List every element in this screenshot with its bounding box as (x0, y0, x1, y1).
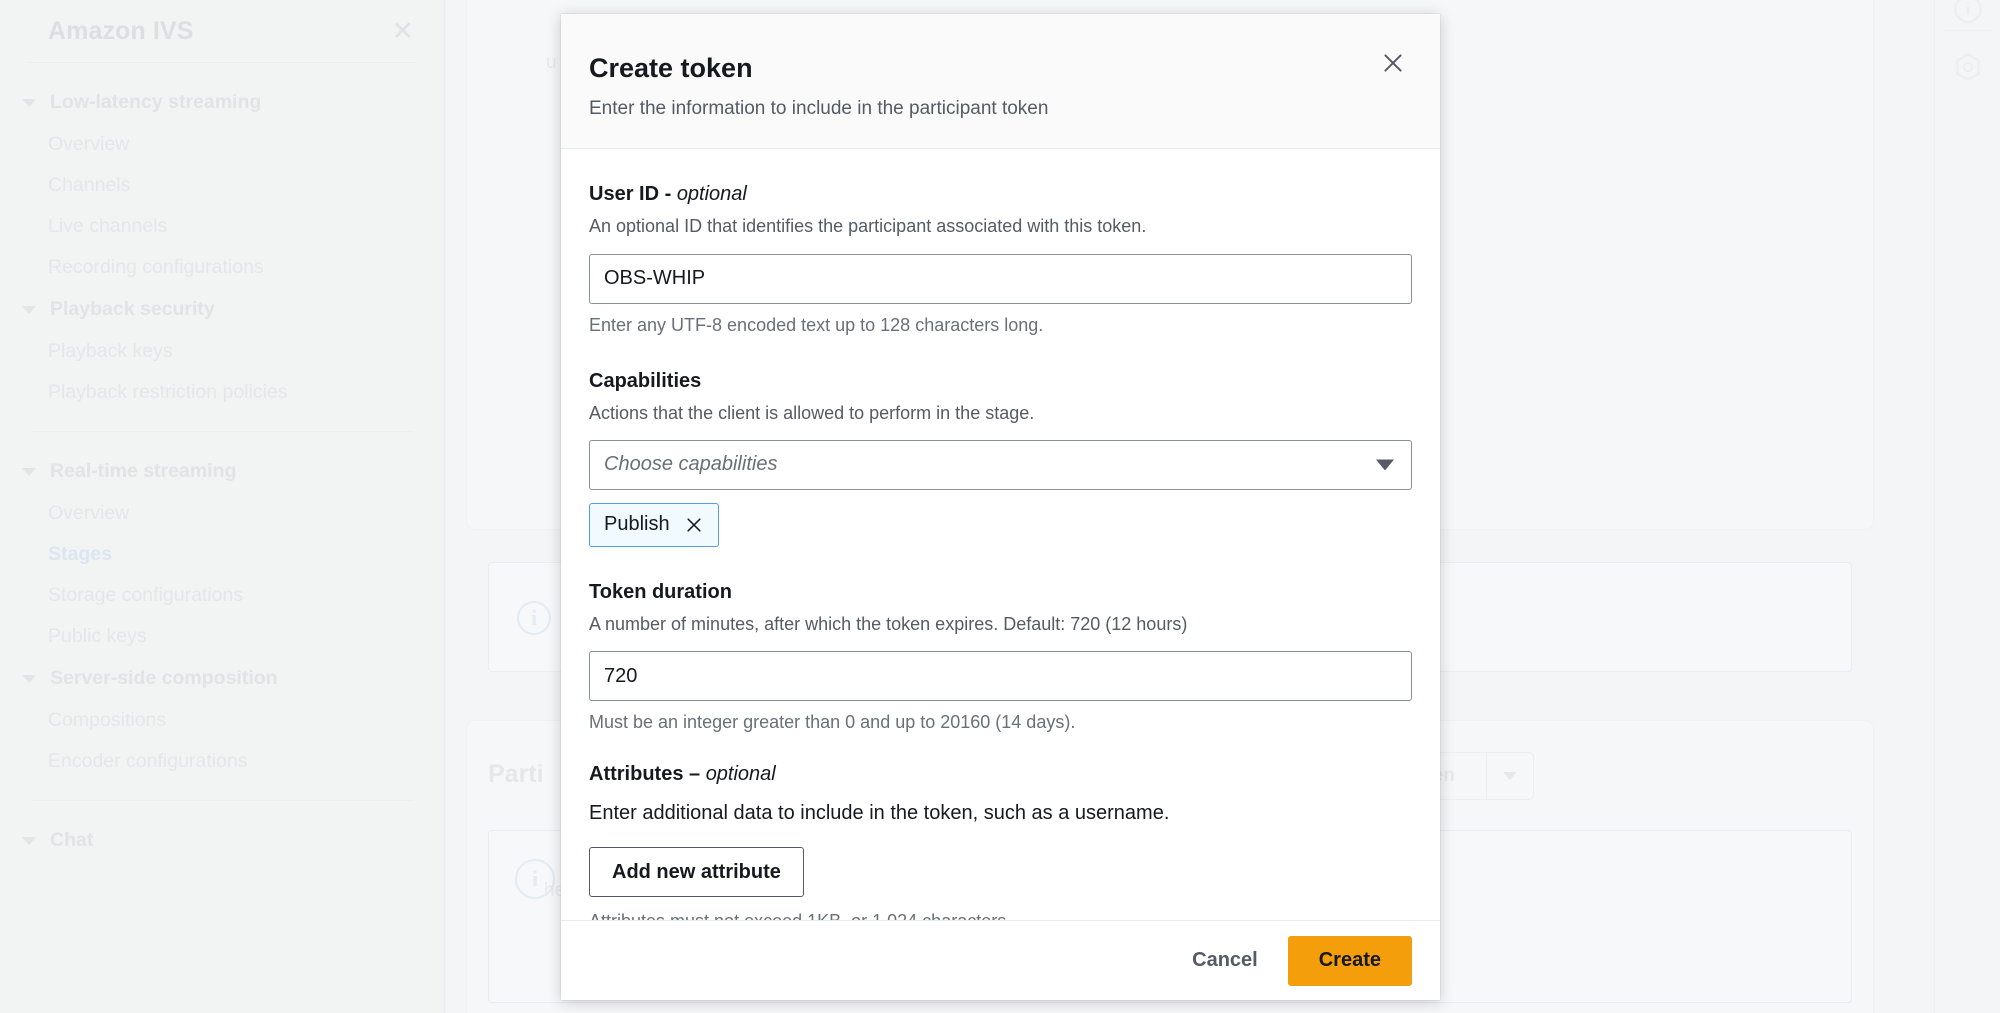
sidebar-item-compositions[interactable]: Compositions (0, 700, 444, 741)
capability-token-label: Publish (604, 513, 670, 536)
chevron-down-icon (22, 305, 36, 314)
user-id-constraint: Enter any UTF-8 encoded text up to 128 c… (589, 314, 1044, 335)
close-icon[interactable] (1376, 46, 1410, 80)
user-id-label: User ID - optional (589, 183, 747, 206)
sidebar-title: Amazon IVS (48, 16, 194, 45)
sidebar-item-encoder-configurations[interactable]: Encoder configurations (0, 741, 444, 782)
rail-divider (1943, 30, 1992, 31)
console-sidebar: Amazon IVS ✕ Low-latency streaming Overv… (0, 0, 445, 1013)
info-circle-icon: i (517, 601, 551, 635)
sidebar-item-playback-restriction-policies[interactable]: Playback restriction policies (0, 372, 444, 413)
chevron-down-icon (22, 98, 36, 107)
chevron-down-icon[interactable] (1376, 459, 1394, 471)
field-attributes: Attributes – optional Enter additional d… (589, 763, 1412, 920)
create-button[interactable]: Create (1287, 935, 1412, 986)
sidebar-item-live-channels[interactable]: Live channels (0, 206, 444, 247)
right-rail (1934, 0, 2000, 1013)
chevron-down-icon (22, 674, 36, 683)
background-section-heading: Parti (488, 760, 544, 788)
token-duration-label: Token duration (589, 580, 732, 603)
field-capabilities: Capabilities Actions that the client is … (589, 370, 1412, 547)
sidebar-item-storage-configurations[interactable]: Storage configurations (0, 575, 444, 616)
cancel-button[interactable]: Cancel (1170, 936, 1280, 986)
modal-subtitle: Enter the information to include in the … (589, 98, 1049, 120)
sidebar-group-chat[interactable]: Chat (0, 819, 444, 862)
settings-hexagon-icon[interactable] (1951, 50, 1985, 84)
add-new-attribute-button[interactable]: Add new attribute (589, 847, 804, 898)
field-token-duration: Token duration A number of minutes, afte… (589, 581, 1412, 733)
sidebar-separator (32, 431, 414, 432)
sidebar-group-real-time-streaming[interactable]: Real-time streaming (0, 450, 444, 493)
token-duration-constraint: Must be an integer greater than 0 and up… (589, 712, 1076, 733)
sidebar-separator (32, 800, 414, 801)
chevron-down-icon (22, 836, 36, 845)
sidebar-item-recording-configurations[interactable]: Recording configurations (0, 247, 444, 288)
create-token-dropdown-button[interactable] (1486, 752, 1534, 800)
modal-body: User ID - optional An optional ID that i… (561, 149, 1440, 920)
capabilities-token-list: Publish (589, 502, 1412, 547)
sidebar-item-channels[interactable]: Channels (0, 165, 444, 206)
modal-header: Create token Enter the information to in… (561, 14, 1440, 150)
attributes-constraint: Attributes must not exceed 1KB, or 1,024… (589, 911, 1412, 920)
attributes-description: Enter additional data to include in the … (589, 802, 1170, 825)
attributes-label: Attributes – optional (589, 763, 776, 786)
screen-root: Amazon IVS ✕ Low-latency streaming Overv… (0, 0, 2000, 1013)
close-icon[interactable] (684, 515, 704, 535)
close-icon[interactable]: ✕ (391, 17, 414, 45)
sidebar-item-public-keys[interactable]: Public keys (0, 616, 444, 657)
capabilities-description: Actions that the client is allowed to pe… (589, 402, 1035, 423)
sidebar-group-server-side-composition[interactable]: Server-side composition (0, 657, 444, 700)
chevron-down-icon (1503, 772, 1517, 780)
capabilities-placeholder: Choose capabilities (604, 453, 778, 476)
sidebar-item-stages[interactable]: Stages (0, 534, 444, 575)
token-duration-description: A number of minutes, after which the tok… (589, 613, 1188, 634)
sidebar-item-overview-realtime[interactable]: Overview (0, 493, 444, 534)
user-id-description: An optional ID that identifies the parti… (589, 216, 1147, 237)
info-circle-icon[interactable] (1951, 0, 1985, 26)
chevron-down-icon (22, 467, 36, 476)
sidebar-group-low-latency-streaming[interactable]: Low-latency streaming (0, 81, 444, 124)
modal-footer: Cancel Create (561, 920, 1440, 1000)
sidebar-item-overview[interactable]: Overview (0, 124, 444, 165)
field-user-id: User ID - optional An optional ID that i… (589, 183, 1412, 335)
capabilities-select[interactable]: Choose capabilities (589, 439, 1412, 490)
sidebar-item-playback-keys[interactable]: Playback keys (0, 331, 444, 372)
page-title: Create token (589, 53, 753, 83)
sidebar-nav: Low-latency streaming Overview Channels … (0, 63, 444, 862)
capabilities-label: Capabilities (589, 369, 702, 392)
capability-token-publish[interactable]: Publish (589, 502, 719, 547)
sidebar-group-playback-security[interactable]: Playback security (0, 288, 444, 331)
sidebar-header: Amazon IVS ✕ (0, 0, 444, 62)
token-duration-input[interactable] (589, 651, 1412, 702)
capabilities-select-wrap: Choose capabilities (589, 439, 1412, 490)
create-token-modal: Create token Enter the information to in… (561, 14, 1440, 1000)
user-id-input[interactable] (589, 253, 1412, 304)
